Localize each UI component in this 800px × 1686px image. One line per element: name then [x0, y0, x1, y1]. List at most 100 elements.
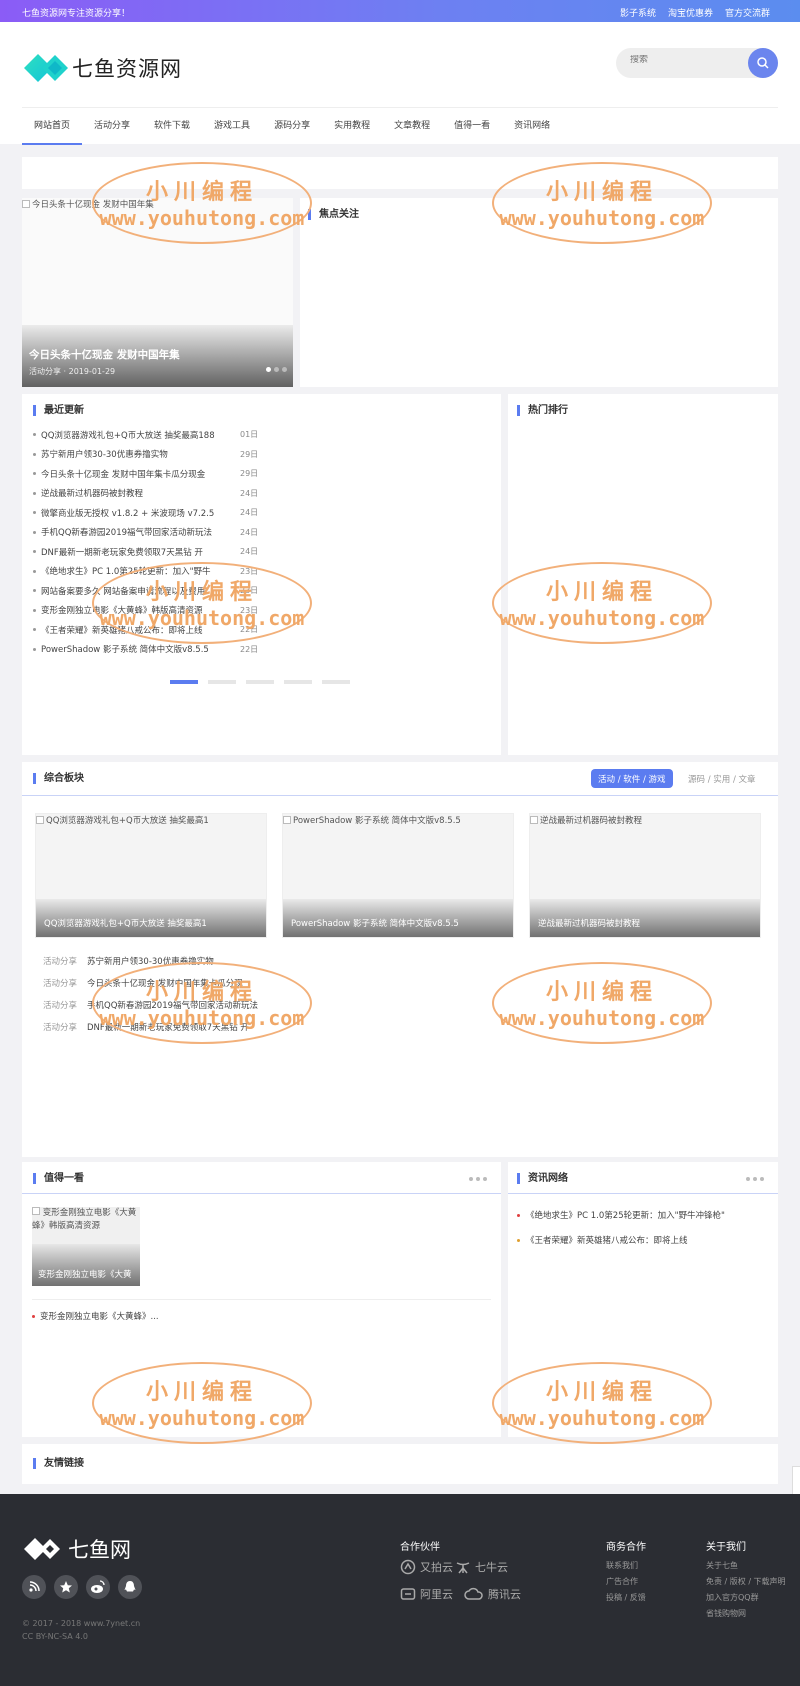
- slider-dot[interactable]: [282, 367, 287, 372]
- nav-game-tools[interactable]: 游戏工具: [202, 108, 262, 145]
- more-icon[interactable]: [469, 1177, 487, 1181]
- pager-bar[interactable]: [284, 680, 312, 684]
- list-item[interactable]: 活动分享 手机QQ新春游园2019福气带回家活动新玩法: [43, 994, 258, 1016]
- combined-card[interactable]: 逆战最新过机器码被封教程 逆战最新过机器码被封教程: [529, 813, 761, 938]
- site-notice: 七鱼资源网专注资源分享！: [22, 9, 131, 19]
- star-icon[interactable]: [54, 1575, 78, 1599]
- top-link-qq-group[interactable]: 官方交流群: [725, 6, 770, 19]
- list-item[interactable]: PowerShadow 影子系统 简体中文版v8.5.5 22日: [33, 640, 258, 660]
- site-logo[interactable]: 七鱼资源网: [22, 48, 182, 88]
- card-caption: QQ浏览器游戏礼包+Q币大放送 抽奖最高1: [36, 899, 266, 937]
- news-title: 资讯网络: [517, 1173, 568, 1184]
- bullet-icon: [517, 1238, 520, 1242]
- recent-panel: 最近更新 QQ浏览器游戏礼包+Q币大放送 抽奖最高188 01日 苏宁新用户领30-…: [22, 394, 501, 755]
- list-item[interactable]: 活动分享 苏宁新用户领30-30优惠券撸实物: [43, 950, 258, 972]
- worth-card[interactable]: 变形金刚独立电影《大黄蜂》韩版高清资源 变形金刚独立电影《大黄: [32, 1207, 140, 1286]
- tab-activity-software-game[interactable]: 活动 / 软件 / 游戏: [591, 769, 673, 788]
- license[interactable]: CC BY-NC-SA 4.0: [22, 1632, 88, 1641]
- list-item-date: 29日: [240, 449, 259, 459]
- weibo-icon[interactable]: [86, 1575, 110, 1599]
- focus-title: 焦点关注: [308, 209, 359, 220]
- bullet-icon: [33, 433, 36, 437]
- pager-bar[interactable]: [322, 680, 350, 684]
- bullet-icon: [33, 491, 36, 495]
- list-item[interactable]: 《绝地求生》PC 1.0第25轮更新：加入"野牛 23日: [33, 562, 258, 582]
- list-item-title: PowerShadow 影子系统 简体中文版v8.5.5: [41, 645, 209, 656]
- footer-link-contact[interactable]: 联系我们: [606, 1560, 638, 1571]
- partner-tencent-cloud[interactable]: 腾讯云: [464, 1586, 521, 1602]
- nav-news[interactable]: 资讯网络: [502, 108, 562, 145]
- search-input[interactable]: [630, 55, 740, 65]
- top-link-shadow-system[interactable]: 影子系统: [620, 6, 656, 19]
- broken-image-icon: [36, 816, 44, 824]
- list-item[interactable]: 苏宁新用户领30-30优惠券撸实物 29日: [33, 445, 258, 465]
- footer-link-qq-group[interactable]: 加入官方QQ群: [706, 1592, 759, 1603]
- nav-articles[interactable]: 文章教程: [382, 108, 442, 145]
- worth-item-title: 变形金刚独立电影《大黄蜂》...: [40, 1312, 159, 1322]
- nav-source-code[interactable]: 源码分享: [262, 108, 322, 145]
- nav-tutorials[interactable]: 实用教程: [322, 108, 382, 145]
- list-item[interactable]: QQ浏览器游戏礼包+Q币大放送 抽奖最高188 01日: [33, 425, 258, 445]
- slider-caption-title[interactable]: 今日头条十亿现金 发财中国年集: [29, 347, 180, 362]
- list-item[interactable]: 变形金刚独立电影《大黄蜂》韩版高清资源 23日: [33, 601, 258, 621]
- broken-image-icon: [283, 816, 291, 824]
- search-button[interactable]: [748, 48, 778, 78]
- list-item-category[interactable]: 活动分享: [43, 1021, 77, 1033]
- list-item[interactable]: 逆战最新过机器码被封教程 24日: [33, 484, 258, 504]
- list-item[interactable]: DNF最新一期新老玩家免费领取7天黑钻 开 24日: [33, 542, 258, 562]
- list-item[interactable]: 《王者荣耀》新英雄猪八戒公布：即将上线 22日: [33, 620, 258, 640]
- nav-software[interactable]: 软件下载: [142, 108, 202, 145]
- list-item-category[interactable]: 活动分享: [43, 999, 77, 1011]
- partner-aliyun[interactable]: 阿里云: [400, 1586, 453, 1602]
- news-item-title: 《绝地求生》PC 1.0第25轮更新：加入"野牛冲锋枪": [526, 1211, 725, 1221]
- partner-label: 又拍云: [420, 1561, 453, 1574]
- slider-dot[interactable]: [274, 367, 279, 372]
- friend-links-title: 友情链接: [33, 1458, 84, 1469]
- pager-bar-active[interactable]: [170, 680, 198, 684]
- nav-home[interactable]: 网站首页: [22, 108, 83, 145]
- worth-list-item[interactable]: 变形金刚独立电影《大黄蜂》...: [32, 1310, 159, 1322]
- worth-divider: [22, 1193, 501, 1194]
- combined-card[interactable]: PowerShadow 影子系统 简体中文版v8.5.5 PowerShadow…: [282, 813, 514, 938]
- nav-worth-seeing[interactable]: 值得一看: [442, 108, 502, 145]
- qq-icon[interactable]: [118, 1575, 142, 1599]
- list-item-title: QQ浏览器游戏礼包+Q币大放送 抽奖最高188: [41, 430, 215, 441]
- news-item[interactable]: 《绝地求生》PC 1.0第25轮更新：加入"野牛冲锋枪": [517, 1209, 725, 1221]
- footer-link-ads[interactable]: 广告合作: [606, 1576, 638, 1587]
- footer-link-about[interactable]: 关于七鱼: [706, 1560, 738, 1571]
- pager-bar[interactable]: [208, 680, 236, 684]
- list-item-title: DNF最新一期新老玩家免费领取7天黑钻 开: [41, 547, 203, 558]
- list-item-title: 今日头条十亿现金 发财中国年集卡瓜分现: [87, 979, 243, 989]
- list-item[interactable]: 活动分享 DNF最新一期新老玩家免费领取7天黑钻 开: [43, 1016, 258, 1038]
- pager-bar[interactable]: [246, 680, 274, 684]
- list-item[interactable]: 微擎商业版无授权 v1.8.2 + 米波现场 v7.2.5 24日: [33, 503, 258, 523]
- bullet-icon: [33, 647, 36, 651]
- list-item-title: 手机QQ新春游园2019福气带回家活动新玩法: [87, 1001, 259, 1011]
- slider-dot-active[interactable]: [266, 367, 271, 372]
- upyun-icon: [400, 1559, 416, 1575]
- partner-upyun[interactable]: 又拍云: [400, 1559, 453, 1575]
- list-item-category[interactable]: 活动分享: [43, 955, 77, 967]
- list-item[interactable]: 活动分享 今日头条十亿现金 发财中国年集卡瓜分现: [43, 972, 258, 994]
- news-item[interactable]: 《王者荣耀》新英雄猪八戒公布：即将上线: [517, 1234, 688, 1246]
- partner-qiniu[interactable]: 七牛云: [455, 1559, 508, 1575]
- top-bar: 七鱼资源网专注资源分享！ 影子系统 淘宝优惠券 官方交流群: [0, 0, 800, 22]
- card-caption: PowerShadow 影子系统 简体中文版v8.5.5: [283, 899, 513, 937]
- nav-activity[interactable]: 活动分享: [82, 108, 142, 145]
- list-item[interactable]: 手机QQ新春游园2019福气带回家活动新玩法 24日: [33, 523, 258, 543]
- footer-link-shopping[interactable]: 省钱购物网: [706, 1608, 746, 1619]
- more-icon[interactable]: [746, 1177, 764, 1181]
- top-link-coupon[interactable]: 淘宝优惠券: [668, 6, 713, 19]
- slider[interactable]: 今日头条十亿现金 发财中国年集 今日头条十亿现金 发财中国年集 活动分享 · 2…: [22, 198, 293, 387]
- rss-icon[interactable]: [22, 1575, 46, 1599]
- footer-link-disclaimer[interactable]: 免责 / 版权 / 下载声明: [706, 1576, 786, 1587]
- list-item[interactable]: 今日头条十亿现金 发财中国年集卡瓜分现金 29日: [33, 464, 258, 484]
- footer-link-submit[interactable]: 投稿 / 反馈: [606, 1592, 646, 1603]
- search-box: [616, 48, 778, 78]
- list-item[interactable]: 网站备案要多久 网站备案申请流程以及费用 23日: [33, 581, 258, 601]
- tab-source-practical-article[interactable]: 源码 / 实用 / 文章: [688, 773, 756, 785]
- combined-card[interactable]: QQ浏览器游戏礼包+Q币大放送 抽奖最高1 QQ浏览器游戏礼包+Q币大放送 抽奖…: [35, 813, 267, 938]
- list-item-category[interactable]: 活动分享: [43, 977, 77, 989]
- footer-logo[interactable]: 七鱼网: [22, 1534, 131, 1564]
- bullet-icon: [33, 589, 36, 593]
